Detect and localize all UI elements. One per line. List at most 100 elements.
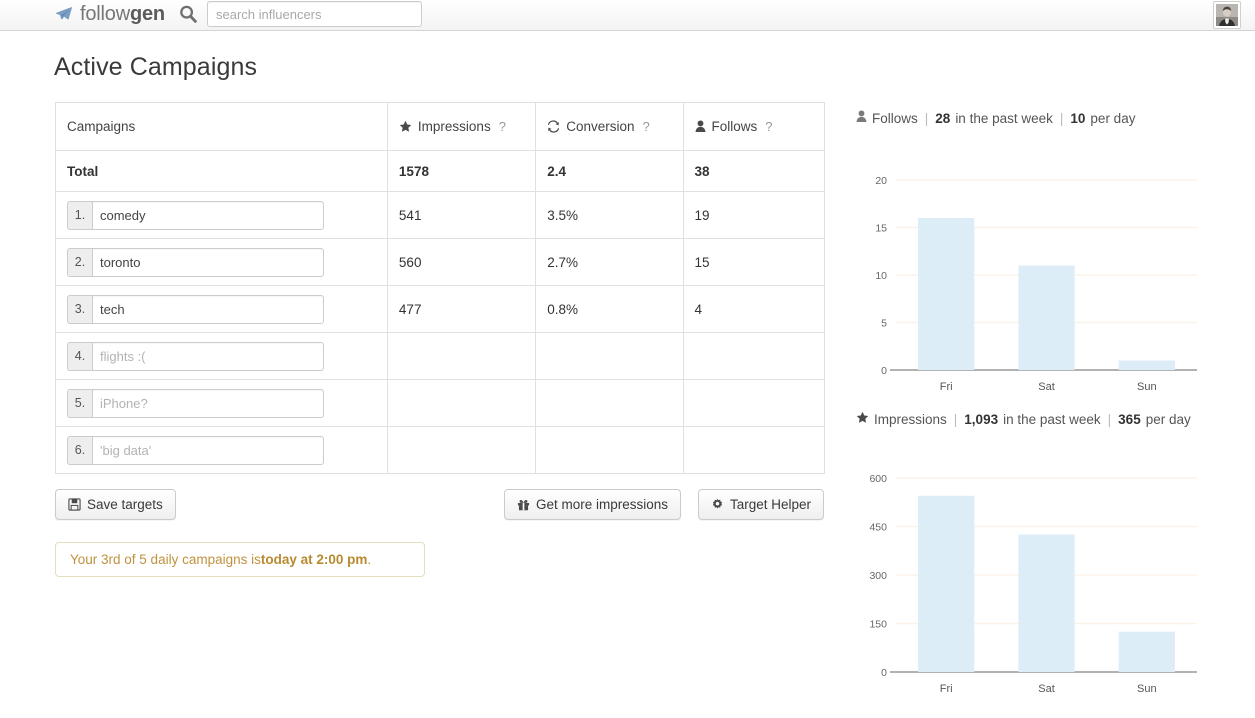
- campaign-name-cell: 6.: [55, 426, 388, 474]
- svg-text:300: 300: [869, 570, 887, 582]
- svg-text:Sun: Sun: [1137, 683, 1157, 695]
- alert-text-before: Your 3rd of 5 daily campaigns is: [70, 552, 261, 567]
- campaign-input-6[interactable]: [92, 435, 324, 465]
- row-conversion: [535, 426, 684, 474]
- svg-text:0: 0: [881, 667, 887, 679]
- caption-separator-2: |: [1107, 411, 1112, 427]
- row-index: 3.: [67, 294, 92, 324]
- alert-text-bold: today at 2:00 pm: [260, 552, 368, 567]
- row-conversion: 3.5%: [535, 191, 684, 239]
- row-index: 6.: [67, 435, 92, 465]
- star-icon: [856, 411, 869, 427]
- row-follows: [682, 332, 826, 380]
- paper-plane-icon: [55, 5, 73, 23]
- row-conversion: 0.8%: [535, 285, 684, 333]
- table-row: 3. 477 0.8% 4: [55, 285, 826, 333]
- user-icon: [856, 110, 867, 126]
- star-icon: [399, 120, 412, 133]
- column-header-campaigns-label: Campaigns: [67, 119, 136, 134]
- svg-text:5: 5: [881, 318, 887, 330]
- follows-week-text: in the past week: [955, 110, 1053, 126]
- total-impressions: 1578: [386, 150, 537, 192]
- search-area: [178, 1, 422, 27]
- caption-separator-1: |: [953, 411, 958, 427]
- svg-text:15: 15: [875, 223, 887, 235]
- brand-text-bold: gen: [129, 3, 165, 25]
- campaign-input-4[interactable]: [92, 341, 324, 371]
- svg-text:150: 150: [869, 619, 887, 631]
- campaign-name-cell: 3.: [55, 285, 388, 333]
- row-follows: 4: [682, 285, 826, 333]
- column-header-campaigns: Campaigns: [55, 102, 388, 151]
- caption-separator-2: |: [1059, 110, 1064, 126]
- svg-text:Sat: Sat: [1038, 683, 1055, 695]
- campaign-input-5[interactable]: [92, 388, 324, 418]
- table-head: Campaigns Impressions ? Conversion ? Fol…: [55, 102, 826, 151]
- row-index: 4.: [67, 341, 92, 371]
- svg-text:450: 450: [869, 522, 887, 534]
- target-helper-button[interactable]: Target Helper: [698, 489, 825, 520]
- row-follows: 19: [682, 191, 826, 239]
- page-title: Active Campaigns: [54, 53, 258, 81]
- campaign-input-1[interactable]: [92, 200, 324, 230]
- search-icon[interactable]: [178, 4, 198, 24]
- row-index: 5.: [67, 388, 92, 418]
- gift-icon: [517, 498, 530, 511]
- brand-logo[interactable]: followgen: [55, 2, 165, 26]
- column-header-conversion-label: Conversion: [566, 119, 635, 134]
- user-icon: [695, 120, 706, 133]
- save-targets-label: Save targets: [87, 497, 163, 512]
- navbar-inner: followgen: [0, 0, 1255, 30]
- action-button-row: Save targets Get more impressions Target…: [55, 489, 825, 520]
- impressions-week-value: 1,093: [964, 411, 999, 427]
- svg-text:0: 0: [881, 365, 887, 377]
- table-row: 1. 541 3.5% 19: [55, 191, 826, 239]
- row-follows: 15: [682, 238, 826, 286]
- campaign-input-3[interactable]: [92, 294, 324, 324]
- row-follows: [682, 426, 826, 474]
- row-index: 1.: [67, 200, 92, 230]
- table-row: 6.: [55, 426, 826, 474]
- row-follows: [682, 379, 826, 427]
- impressions-perday-text: per day: [1145, 411, 1191, 427]
- impressions-help-icon[interactable]: ?: [499, 119, 506, 134]
- refresh-icon: [547, 120, 560, 133]
- campaign-input-group: 2.: [67, 247, 324, 277]
- follows-help-icon[interactable]: ?: [765, 119, 772, 134]
- get-more-impressions-button[interactable]: Get more impressions: [504, 489, 682, 520]
- campaign-input-group: 3.: [67, 294, 324, 324]
- save-targets-button[interactable]: Save targets: [55, 489, 176, 520]
- campaigns-table: Campaigns Impressions ? Conversion ? Fol…: [55, 102, 826, 474]
- svg-text:Fri: Fri: [940, 683, 953, 695]
- impressions-perday-value: 365: [1118, 411, 1141, 427]
- svg-text:20: 20: [875, 175, 887, 187]
- campaign-name-cell: 1.: [55, 191, 388, 239]
- campaign-input-2[interactable]: [92, 247, 324, 277]
- status-alert: Your 3rd of 5 daily campaigns is today a…: [55, 542, 425, 577]
- row-conversion: 2.7%: [535, 238, 684, 286]
- svg-text:600: 600: [869, 473, 887, 485]
- campaign-input-group: 1.: [67, 200, 324, 230]
- column-header-follows-label: Follows: [711, 119, 758, 134]
- avatar[interactable]: [1213, 1, 1241, 29]
- campaign-input-group: 5.: [67, 388, 324, 418]
- impressions-caption: Impressions | 1,093 in the past week | 3…: [856, 411, 1191, 427]
- floppy-disk-icon: [68, 498, 81, 511]
- table-header-row: Campaigns Impressions ? Conversion ? Fol…: [55, 102, 826, 151]
- campaign-name-cell: 4.: [55, 332, 388, 380]
- row-index: 2.: [67, 247, 92, 277]
- impressions-bar-chart: 0 150 300 450 600 Fri Sat Sun: [856, 466, 1201, 702]
- follows-bar-chart: 0 5 10 15 20 Fri Sat Sun: [856, 168, 1201, 400]
- svg-text:10: 10: [875, 270, 887, 282]
- row-impressions: [386, 426, 537, 474]
- search-input[interactable]: [207, 1, 422, 27]
- table-total-row: Total 1578 2.4 38: [55, 150, 826, 192]
- follows-week-value: 28: [935, 110, 951, 126]
- conversion-help-icon[interactable]: ?: [643, 119, 650, 134]
- row-conversion: [535, 332, 684, 380]
- follows-caption: Follows | 28 in the past week | 10 per d…: [856, 110, 1135, 126]
- total-follows: 38: [682, 150, 826, 192]
- table-body: Total 1578 2.4 38 1. 541 3.5% 19 2.: [55, 150, 826, 474]
- get-more-impressions-label: Get more impressions: [536, 497, 669, 512]
- total-conversion: 2.4: [535, 150, 684, 192]
